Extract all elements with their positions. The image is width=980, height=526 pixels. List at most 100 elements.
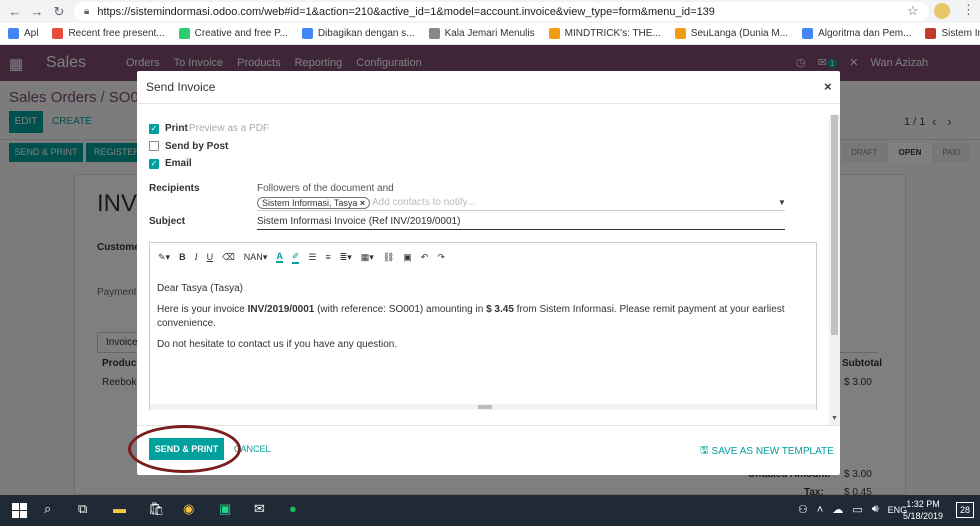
bookmark-favicon-icon: [925, 28, 937, 39]
undo-icon[interactable]: ↶: [421, 252, 429, 263]
print-label: Print: [165, 123, 188, 134]
recipient-tag-label: Sistem Informasi, Tasya: [262, 198, 358, 208]
bookmark-label: Kala Jemari Menulis: [444, 28, 535, 39]
task-view-icon[interactable]: ⧉: [78, 501, 87, 517]
font-color-icon[interactable]: A: [276, 251, 283, 263]
underline-icon[interactable]: U: [207, 252, 214, 262]
network-icon[interactable]: ▭: [852, 503, 862, 516]
font-size-dropdown[interactable]: NAN ▾: [244, 252, 268, 263]
resize-grip-icon[interactable]: [478, 405, 492, 409]
file-explorer-icon[interactable]: ▬: [113, 501, 126, 516]
email-checkbox[interactable]: ✓: [149, 159, 159, 169]
eraser-icon[interactable]: ⌫: [222, 252, 235, 263]
editor-resize-handle[interactable]: [150, 404, 816, 410]
bookmarks-bar: Apl Recent free present... Creative and fr…: [0, 23, 980, 45]
pycharm-icon[interactable]: ▣: [219, 501, 231, 517]
body-greeting: Dear Tasya (Tasya): [157, 283, 243, 294]
bullet-list-icon[interactable]: ☰: [308, 252, 316, 263]
remove-tag-icon[interactable]: ×: [360, 198, 365, 208]
save-icon: 🖫︎: [700, 445, 709, 456]
highlight-color-icon[interactable]: ✐: [291, 251, 300, 264]
modal-scrollbar[interactable]: ▼: [829, 115, 840, 425]
bookmark-favicon-icon: [8, 28, 19, 39]
bookmark-favicon-icon: [802, 28, 814, 39]
style-wand-icon[interactable]: ✎▾: [158, 252, 170, 263]
bookmark-favicon-icon: [178, 28, 190, 39]
bookmark-label: Creative and free P...: [194, 28, 288, 39]
clock-time: 1:32 PM: [906, 499, 940, 509]
image-icon[interactable]: ▣: [403, 252, 412, 263]
bookmark-item[interactable]: MINDTRICK's: THE...: [548, 28, 661, 39]
notification-center-icon[interactable]: 28: [956, 502, 974, 518]
bookmark-item[interactable]: Apl: [8, 28, 38, 39]
bookmark-item[interactable]: Kala Jemari Menulis: [428, 28, 535, 39]
modal-header: Send Invoice ×: [137, 71, 840, 104]
email-body-editor[interactable]: ✎▾ B I U ⌫ NAN ▾ A ✐ ☰ ≡ ≣▾ ▦▾ ⛓ ▣ ↶ ↷ De…: [149, 242, 817, 410]
bookmark-favicon-icon: [548, 28, 560, 39]
subject-input[interactable]: Sistem Informasi Invoice (Ref INV/2019/0…: [257, 216, 460, 227]
scrollbar-thumb[interactable]: [831, 115, 838, 335]
spotify-icon[interactable]: ●: [289, 501, 297, 516]
bookmark-item[interactable]: SeuLanga (Dunia M...: [674, 28, 788, 39]
highlight-annotation: [128, 425, 241, 473]
bookmark-favicon-icon: [301, 28, 313, 39]
windows-start-icon[interactable]: [12, 503, 27, 518]
bookmark-item[interactable]: Creative and free P...: [178, 28, 288, 39]
dropdown-caret-icon[interactable]: ▼: [778, 198, 786, 207]
body-invoice-line: Here is your invoice INV/2019/0001 (with…: [157, 304, 785, 329]
save-template-label: SAVE AS NEW TEMPLATE: [711, 446, 834, 457]
send-by-post-label: Send by Post: [165, 141, 229, 152]
url-text: https://sistemindormasi.odoo.com/web#id=…: [97, 5, 715, 18]
align-icon[interactable]: ≣▾: [340, 252, 352, 263]
bookmark-label: MINDTRICK's: THE...: [564, 28, 661, 39]
recipients-underline: [257, 210, 785, 211]
bookmark-item[interactable]: Recent free present...: [52, 28, 165, 39]
save-template-button[interactable]: 🖫︎ SAVE AS NEW TEMPLATE: [700, 443, 834, 460]
bookmark-item[interactable]: Algoritma dan Pem...: [802, 28, 911, 39]
scroll-down-icon[interactable]: ▼: [831, 415, 838, 422]
extension-icon[interactable]: [934, 3, 950, 19]
print-checkbox[interactable]: ✓: [149, 124, 159, 134]
people-icon[interactable]: ⚇: [798, 503, 808, 516]
ordered-list-icon[interactable]: ≡: [325, 252, 330, 262]
subject-underline: [257, 229, 785, 230]
mail-icon[interactable]: ✉: [254, 501, 265, 517]
back-icon[interactable]: ←: [4, 4, 26, 19]
email-body-content[interactable]: Dear Tasya (Tasya) Here is your invoice …: [157, 282, 807, 359]
search-icon[interactable]: ⌕: [44, 501, 51, 517]
bold-icon[interactable]: B: [179, 252, 186, 262]
bookmark-label: Recent free present...: [68, 28, 165, 39]
reload-icon[interactable]: ↻: [48, 4, 70, 20]
screen: ← → ↻ 🔒︎ https://sistemindormasi.odoo.co…: [0, 0, 980, 526]
lock-icon: 🔒︎: [84, 6, 90, 17]
bookmark-label: Apl: [24, 28, 39, 39]
table-icon[interactable]: ▦▾: [361, 252, 374, 263]
store-icon[interactable]: 🛍︎: [148, 501, 165, 517]
send-by-post-checkbox[interactable]: [149, 141, 159, 151]
recipient-tag[interactable]: Sistem Informasi, Tasya ×: [257, 197, 371, 209]
bookmark-star-icon[interactable]: ☆: [907, 3, 919, 19]
clock-date: 5/18/2019: [903, 510, 944, 521]
redo-icon[interactable]: ↷: [437, 252, 445, 263]
recipients-input[interactable]: Add contacts to notify...: [372, 197, 475, 208]
link-icon[interactable]: ⛓: [383, 252, 394, 263]
bookmark-favicon-icon: [428, 28, 440, 39]
modal-title: Send Invoice: [146, 80, 216, 94]
forward-icon[interactable]: →: [26, 4, 48, 19]
bookmark-item[interactable]: Dibagikan dengan s...: [301, 28, 415, 39]
recipients-label: Recipients: [149, 183, 200, 194]
chrome-icon[interactable]: ◉: [183, 501, 194, 517]
close-icon[interactable]: ×: [824, 79, 832, 94]
volume-icon[interactable]: 🔊︎: [872, 503, 879, 516]
editor-toolbar: ✎▾ B I U ⌫ NAN ▾ A ✐ ☰ ≡ ≣▾ ▦▾ ⛓ ▣ ↶ ↷: [150, 243, 816, 271]
email-label: Email: [165, 158, 192, 169]
system-clock[interactable]: 1:32 PM 5/18/2019: [903, 499, 943, 522]
font-size-label: NAN: [243, 252, 263, 262]
cloud-icon[interactable]: ☁: [832, 503, 843, 516]
bookmark-favicon-icon: [52, 28, 64, 39]
show-hidden-icons-icon[interactable]: ˄: [817, 504, 823, 516]
italic-icon[interactable]: I: [195, 252, 198, 262]
browser-menu-icon[interactable]: ⋮: [962, 2, 975, 18]
url-bar[interactable]: 🔒︎ https://sistemindormasi.odoo.com/web#…: [74, 2, 929, 21]
bookmark-item[interactable]: Sistem Informasi M...: [925, 28, 980, 39]
